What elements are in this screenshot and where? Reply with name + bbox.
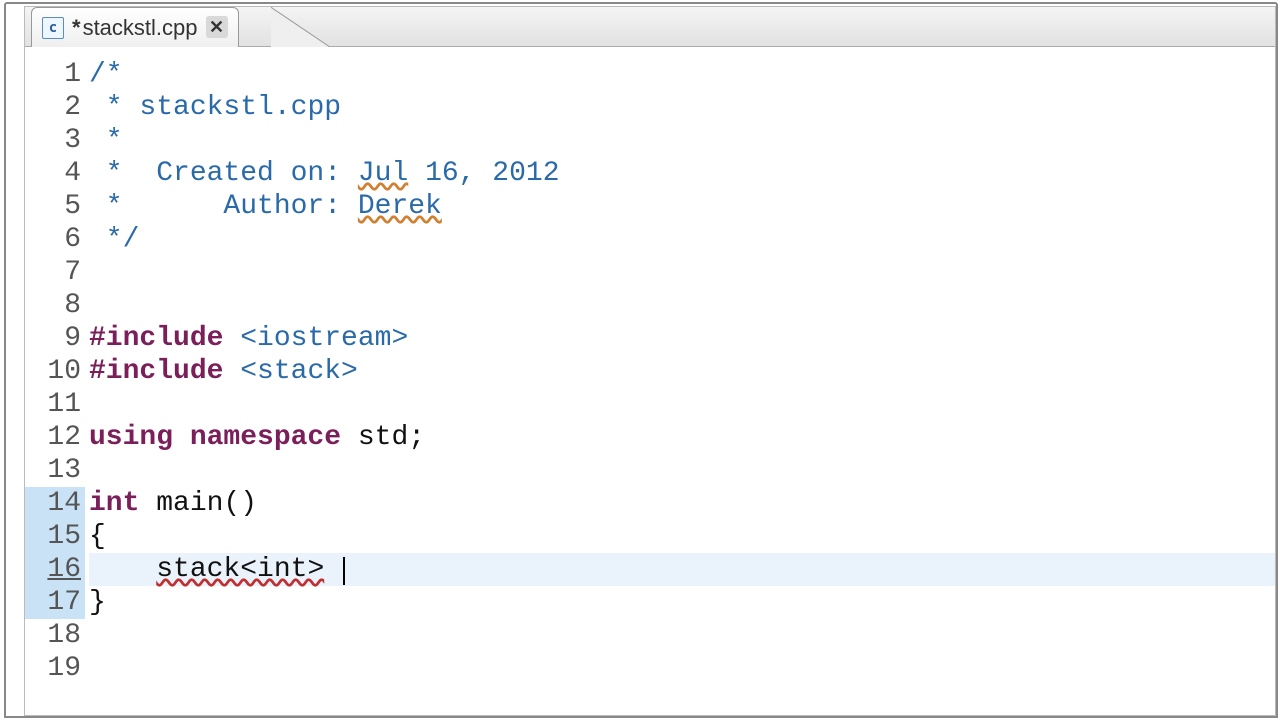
code-editor[interactable]: 12345678910111213141516171819 /* * stack… [25, 48, 1275, 715]
code-line[interactable]: * stackstl.cpp [89, 91, 1275, 124]
code-token: } [89, 587, 106, 618]
line-number: 18 [25, 619, 85, 652]
code-line[interactable] [89, 619, 1275, 652]
line-number: 5 [25, 190, 85, 223]
close-icon[interactable]: ✕ [206, 16, 228, 38]
code-line[interactable]: * Created on: Jul 16, 2012 [89, 157, 1275, 190]
code-area[interactable]: /* * stackstl.cpp * * Created on: Jul 16… [89, 48, 1275, 715]
code-line[interactable]: using namespace std; [89, 421, 1275, 454]
tab-slope-border [271, 7, 331, 47]
line-number: 17 [25, 586, 85, 619]
code-token [324, 554, 341, 585]
code-token: <iostream> [240, 323, 408, 354]
code-token: * Created on: [89, 158, 358, 189]
line-number: 10 [25, 355, 85, 388]
line-number: 4 [25, 157, 85, 190]
tab-bar: c * stackstl.cpp ✕ [25, 7, 1275, 47]
code-token: Derek [358, 191, 442, 222]
code-line[interactable]: { [89, 520, 1275, 553]
line-number: 2 [25, 91, 85, 124]
code-line[interactable]: } [89, 586, 1275, 619]
code-token: * [89, 92, 139, 123]
code-line[interactable]: #include <stack> [89, 355, 1275, 388]
code-token: Jul [358, 158, 408, 189]
code-line[interactable]: stack<int> [89, 553, 1275, 586]
line-number: 1 [25, 58, 85, 91]
code-line[interactable]: * [89, 124, 1275, 157]
line-number: 19 [25, 652, 85, 685]
code-line[interactable]: * Author: Derek [89, 190, 1275, 223]
code-token: <stack> [240, 356, 358, 387]
code-line[interactable] [89, 454, 1275, 487]
line-number: 15 [25, 520, 85, 553]
code-line[interactable] [89, 289, 1275, 322]
code-token: */ [89, 224, 139, 255]
line-number: 9 [25, 322, 85, 355]
code-line[interactable]: /* [89, 58, 1275, 91]
code-line[interactable] [89, 652, 1275, 685]
line-number: 14 [25, 487, 85, 520]
code-token: std; [358, 422, 425, 453]
line-number: 11 [25, 388, 85, 421]
tab-filename: stackstl.cpp [83, 15, 198, 41]
line-number: 16 [25, 553, 85, 586]
code-token: #include [89, 323, 240, 354]
cpp-file-icon: c [42, 17, 64, 39]
code-token: using namespace [89, 422, 358, 453]
code-token: { [89, 521, 106, 552]
code-token: stackstl.cpp [139, 92, 341, 123]
code-token: main() [156, 488, 257, 519]
line-number: 12 [25, 421, 85, 454]
code-line[interactable]: int main() [89, 487, 1275, 520]
code-token: int [89, 488, 156, 519]
line-number: 3 [25, 124, 85, 157]
code-line[interactable]: #include <iostream> [89, 322, 1275, 355]
code-line[interactable]: */ [89, 223, 1275, 256]
code-token: stack<int> [156, 554, 324, 585]
code-token: * [89, 125, 123, 156]
code-token [89, 554, 156, 585]
line-number: 8 [25, 289, 85, 322]
line-number: 6 [25, 223, 85, 256]
line-number: 13 [25, 454, 85, 487]
file-tab[interactable]: c * stackstl.cpp ✕ [31, 7, 239, 47]
editor-window: c * stackstl.cpp ✕ 123456789101112131415… [4, 2, 1278, 718]
code-line[interactable] [89, 388, 1275, 421]
line-number-gutter: 12345678910111213141516171819 [25, 48, 85, 715]
code-token: 16, 2012 [408, 158, 559, 189]
code-token: #include [89, 356, 240, 387]
line-number: 7 [25, 256, 85, 289]
code-token: /* [89, 59, 123, 90]
dirty-marker: * [72, 15, 81, 41]
code-token: * Author: [89, 191, 358, 222]
editor-panel: c * stackstl.cpp ✕ 123456789101112131415… [24, 6, 1276, 716]
code-line[interactable] [89, 256, 1275, 289]
text-cursor [343, 557, 345, 585]
